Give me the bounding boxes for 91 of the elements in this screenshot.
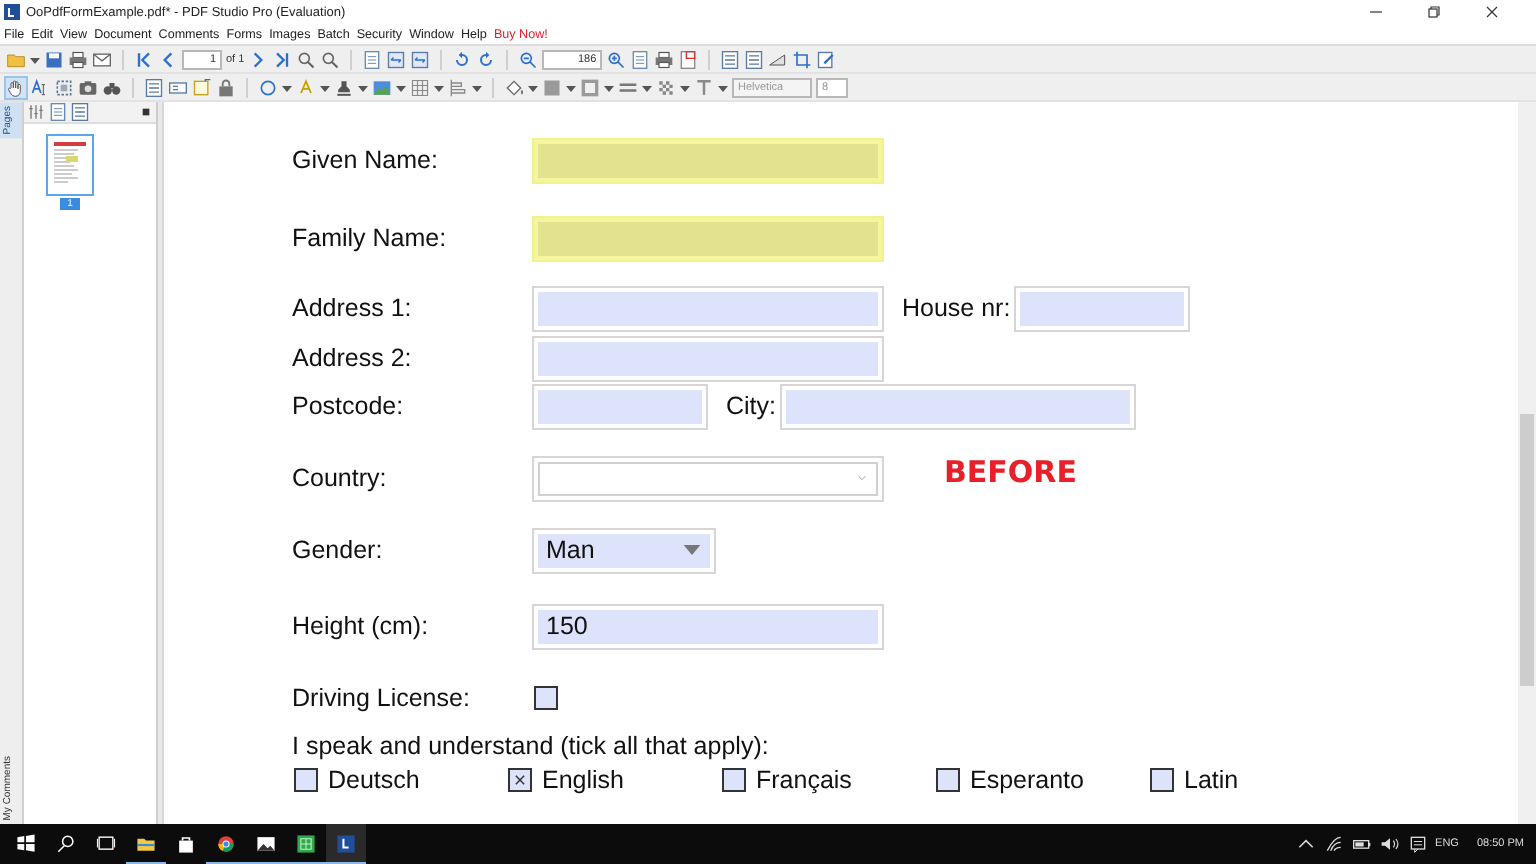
checkbox[interactable] — [1150, 768, 1174, 792]
printer-icon[interactable] — [68, 49, 88, 69]
previous-page-icon[interactable] — [158, 49, 178, 69]
zoom-out-icon[interactable] — [518, 49, 539, 69]
line-style-icon[interactable] — [618, 77, 638, 97]
text-field[interactable] — [1014, 285, 1191, 331]
text-field-icon[interactable] — [168, 77, 188, 97]
field-label: Height (cm): — [292, 612, 431, 640]
checkbox[interactable] — [508, 768, 532, 792]
text-field[interactable] — [532, 383, 708, 429]
align-icon[interactable] — [448, 77, 468, 97]
text-field[interactable] — [532, 137, 884, 183]
page-icon[interactable] — [70, 102, 90, 122]
fit-page-icon[interactable] — [410, 49, 431, 69]
browser-icon[interactable] — [214, 831, 238, 855]
zoom-in-icon[interactable] — [606, 49, 627, 69]
network-icon[interactable] — [1323, 834, 1344, 854]
page-icon[interactable] — [630, 49, 651, 69]
field-label: Country: — [292, 464, 389, 492]
snapshot-icon[interactable] — [54, 77, 74, 97]
field-label: City: — [726, 392, 776, 420]
dropdown-field[interactable] — [532, 455, 884, 501]
save-icon[interactable] — [44, 49, 64, 69]
last-page-icon[interactable] — [272, 49, 293, 69]
circle-icon[interactable] — [258, 77, 278, 97]
binoculars-icon[interactable] — [102, 77, 122, 97]
page-icon[interactable] — [362, 49, 383, 69]
dropdown-arrow-icon — [682, 540, 702, 560]
field-label: I speak and understand (tick all that apply): — [292, 732, 769, 760]
form-list-icon[interactable] — [744, 49, 765, 69]
app-icon[interactable] — [334, 831, 358, 855]
field-label: Given Name: — [292, 146, 440, 174]
battery-icon[interactable] — [1351, 834, 1372, 854]
grid-icon[interactable] — [410, 77, 430, 97]
box-page-icon[interactable] — [678, 49, 699, 69]
field-label: Address 2: — [292, 344, 414, 372]
field-label: Gender: — [292, 536, 385, 564]
text-field[interactable]: 150 — [532, 603, 884, 649]
envelope-icon[interactable] — [92, 49, 112, 69]
fit-page-icon[interactable] — [386, 49, 407, 69]
shopping-bag-icon[interactable] — [174, 832, 198, 856]
page-thumbnail[interactable] — [46, 134, 94, 196]
option-label: Français — [756, 766, 852, 794]
speaker-icon[interactable] — [1379, 834, 1400, 854]
close-icon[interactable] — [1484, 4, 1500, 20]
checkbox[interactable] — [722, 768, 746, 792]
scrollbar[interactable] — [1518, 102, 1536, 824]
pencil-page-icon[interactable] — [816, 49, 837, 69]
lock-icon[interactable] — [216, 77, 236, 97]
hand-icon[interactable] — [6, 77, 26, 97]
text-color-icon[interactable] — [296, 77, 316, 97]
field-label: Address 1: — [292, 294, 414, 322]
camera-icon[interactable] — [78, 77, 98, 97]
sliders-icon[interactable] — [26, 102, 46, 122]
before-label: BEFORE — [944, 454, 1077, 490]
spreadsheet-icon[interactable] — [294, 831, 318, 855]
checker-pattern-icon[interactable] — [656, 77, 676, 97]
text-field[interactable] — [532, 285, 884, 331]
field-label: Family Name: — [292, 224, 449, 252]
dropdown-field[interactable]: Man — [532, 527, 716, 573]
restore-icon[interactable] — [1426, 4, 1442, 20]
checkbox[interactable] — [294, 768, 318, 792]
rotate-right-icon[interactable] — [452, 49, 473, 69]
text-field[interactable] — [532, 215, 884, 261]
option-label: Deutsch — [328, 766, 420, 794]
form-list-icon[interactable] — [144, 77, 164, 97]
form-list-icon[interactable] — [720, 49, 741, 69]
text-field[interactable] — [780, 383, 1136, 429]
image-icon[interactable] — [372, 77, 392, 97]
text-tool-icon[interactable] — [694, 77, 714, 97]
stamp-icon[interactable] — [334, 77, 354, 97]
picture-icon[interactable] — [254, 831, 278, 855]
printer-icon[interactable] — [654, 49, 675, 69]
option-label: Esperanto — [970, 766, 1084, 794]
field-label: Postcode: — [292, 392, 406, 420]
notification-icon[interactable] — [1407, 834, 1428, 854]
option-label: Latin — [1184, 766, 1239, 794]
field-label: Driving License: — [292, 684, 472, 712]
rotate-left-icon[interactable] — [476, 49, 497, 69]
field-label: House nr: — [902, 294, 1011, 322]
checkbox[interactable] — [534, 686, 558, 710]
windows-logo-icon[interactable] — [14, 832, 38, 856]
task-view-icon[interactable] — [94, 832, 118, 856]
checkbox[interactable] — [936, 768, 960, 792]
search-icon[interactable] — [54, 832, 78, 856]
text-field[interactable] — [532, 335, 884, 381]
first-page-icon[interactable] — [134, 49, 154, 69]
text-select-icon[interactable] — [30, 77, 50, 97]
page-icon[interactable] — [48, 102, 68, 122]
option-label: English — [542, 766, 624, 794]
crop-icon[interactable] — [792, 49, 813, 69]
